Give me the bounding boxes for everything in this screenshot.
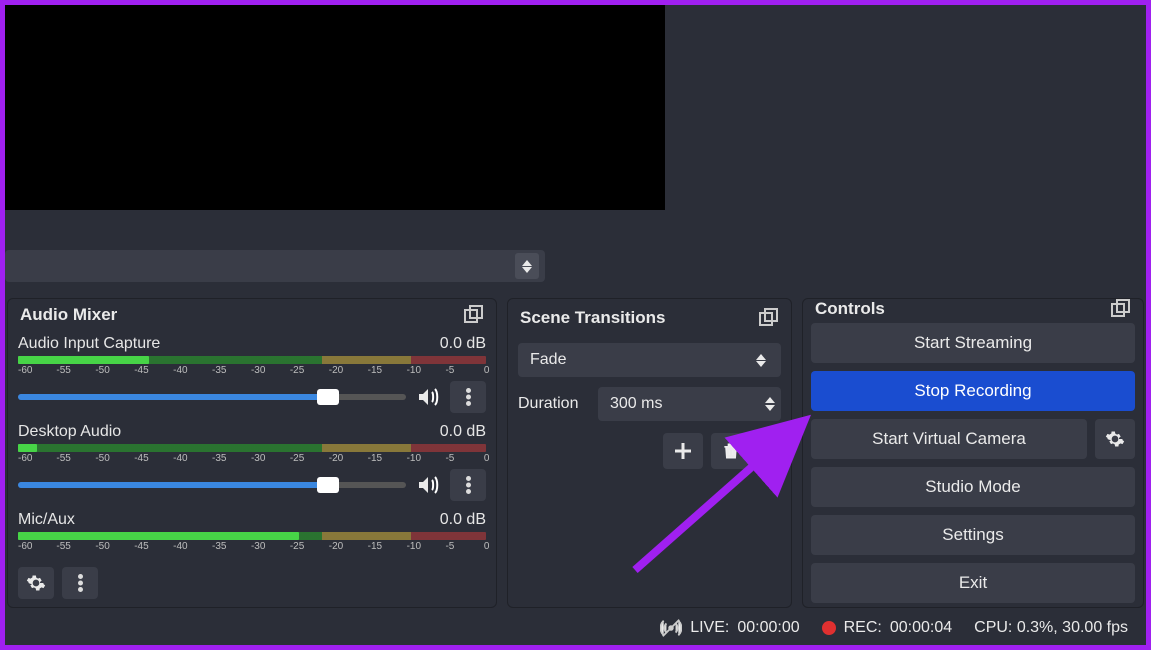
audio-mixer-title: Audio Mixer [20, 305, 117, 325]
rec-label: REC: [844, 619, 882, 637]
rec-time: 00:00:04 [890, 619, 952, 637]
audio-channel: Audio Input Capture 0.0 dB -60 -55 -50 -… [8, 331, 496, 419]
settings-button[interactable]: Settings [811, 515, 1135, 555]
duration-label: Duration [518, 395, 588, 413]
vu-meter: -60 -55 -50 -45 -40 -35 -30 -25 -20 -15 … [18, 532, 486, 554]
scene-dropdown[interactable] [5, 250, 545, 282]
add-transition-button[interactable] [663, 433, 703, 469]
status-bar: LIVE: 00:00:00 REC: 00:00:04 CPU: 0.3%, … [5, 611, 1146, 645]
channel-menu-button[interactable] [450, 381, 486, 413]
volume-slider[interactable] [18, 482, 406, 488]
preview-canvas[interactable] [5, 5, 665, 210]
speaker-icon[interactable] [416, 473, 440, 497]
volume-slider[interactable] [18, 394, 406, 400]
studio-mode-button[interactable]: Studio Mode [811, 467, 1135, 507]
popout-icon[interactable] [464, 305, 484, 325]
duration-value: 300 ms [610, 395, 662, 413]
channel-db: 0.0 dB [440, 511, 486, 529]
stop-recording-button[interactable]: Stop Recording [811, 371, 1135, 411]
rec-status: REC: 00:00:04 [822, 619, 953, 637]
controls-panel: Controls Start Streaming Stop Recording … [802, 298, 1144, 608]
scene-transitions-title: Scene Transitions [520, 308, 666, 328]
channel-menu-button[interactable] [450, 469, 486, 501]
channel-db: 0.0 dB [440, 335, 486, 353]
transition-menu-button[interactable] [759, 433, 779, 469]
audio-channel: Desktop Audio 0.0 dB -60 -55 -50 -45 -40… [8, 419, 496, 507]
popout-icon[interactable] [759, 308, 779, 328]
scene-dropdown-caret[interactable] [515, 253, 539, 279]
controls-title: Controls [815, 299, 885, 319]
chevron-down-icon[interactable] [765, 405, 775, 411]
broadcast-icon [660, 617, 682, 639]
mixer-menu-button[interactable] [62, 567, 98, 599]
delete-transition-button[interactable] [711, 433, 751, 469]
start-virtual-camera-button[interactable]: Start Virtual Camera [811, 419, 1087, 459]
audio-channel: Mic/Aux 0.0 dB -60 -55 -50 -45 -40 -35 -… [8, 507, 496, 563]
popout-icon[interactable] [1111, 299, 1131, 319]
start-streaming-button[interactable]: Start Streaming [811, 323, 1135, 363]
live-label: LIVE: [690, 619, 729, 637]
cpu-text: CPU: 0.3%, 30.00 fps [974, 619, 1128, 637]
vu-meter: -60 -55 -50 -45 -40 -35 -30 -25 -20 -15 … [18, 356, 486, 378]
vu-meter: -60 -55 -50 -45 -40 -35 -30 -25 -20 -15 … [18, 444, 486, 466]
mixer-settings-button[interactable] [18, 567, 54, 599]
duration-input[interactable]: 300 ms [598, 387, 781, 421]
virtual-camera-settings-button[interactable] [1095, 419, 1135, 459]
cpu-status: CPU: 0.3%, 30.00 fps [974, 619, 1128, 637]
transition-selected-value: Fade [530, 351, 566, 369]
channel-db: 0.0 dB [440, 423, 486, 441]
record-icon [822, 621, 836, 635]
chevron-up-icon[interactable] [765, 397, 775, 403]
live-status: LIVE: 00:00:00 [660, 617, 799, 639]
exit-button[interactable]: Exit [811, 563, 1135, 603]
channel-name: Mic/Aux [18, 511, 75, 529]
channel-name: Desktop Audio [18, 423, 121, 441]
audio-mixer-panel: Audio Mixer Audio Input Capture 0.0 dB -… [7, 298, 497, 608]
transition-select[interactable]: Fade [518, 343, 781, 377]
scene-transitions-panel: Scene Transitions Fade Duration 300 ms [507, 298, 792, 608]
channel-name: Audio Input Capture [18, 335, 160, 353]
live-time: 00:00:00 [737, 619, 799, 637]
speaker-icon[interactable] [416, 385, 440, 409]
